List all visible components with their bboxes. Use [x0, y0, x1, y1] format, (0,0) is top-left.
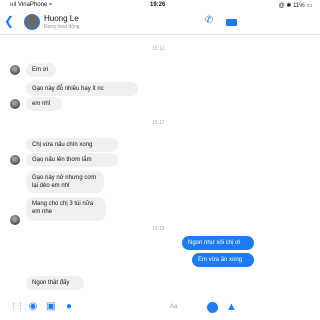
- message-bubble: Chị vừa nấu chín xong: [26, 138, 118, 152]
- camera-icon[interactable]: ◉: [28, 302, 38, 312]
- avatar: [10, 99, 20, 109]
- message-bubble: Ngon thật đấy: [26, 276, 84, 290]
- message-bubble: Gạo nấu lên thơm lắm: [26, 153, 118, 167]
- apps-icon[interactable]: ⋮⋮: [10, 302, 24, 312]
- message-composer: ⋮⋮ ◉ ▣ ● Aa ▲: [0, 297, 320, 320]
- photo-icon[interactable]: ▣: [46, 302, 56, 312]
- mic-icon[interactable]: ●: [64, 302, 74, 312]
- message-bubble: Gạo này đỗ nhiều hay ít nc: [26, 82, 138, 96]
- message-bubble: Em ơi: [26, 63, 56, 77]
- video-icon[interactable]: [226, 19, 237, 26]
- message-bubble: Gạo này nở nhưng cơm lại dẻo em nhỉ: [26, 171, 104, 193]
- timestamp: 15:17: [152, 120, 165, 126]
- timestamp: 15:12: [152, 46, 165, 52]
- message-bubble: em nhỉ: [26, 97, 62, 111]
- like-icon[interactable]: ▲: [226, 301, 237, 313]
- status-bar: ıııl VinaPhone ≈ 19:26 @ ✱ 11% ▭: [0, 0, 320, 10]
- timestamp: 15:19: [152, 226, 165, 232]
- back-arrow-icon[interactable]: ❮: [4, 14, 14, 28]
- avatar: [10, 65, 20, 75]
- message-input[interactable]: Aa: [170, 304, 177, 310]
- contact-name[interactable]: Huong Le: [44, 14, 79, 23]
- message-bubble-sent: Ngon như xôi chị ơi: [182, 236, 254, 250]
- active-status: Đang hoạt động: [44, 24, 80, 30]
- carrier-label: ıııl VinaPhone ≈: [10, 2, 53, 8]
- clock: 19:26: [150, 2, 166, 8]
- emoji-icon[interactable]: [207, 302, 218, 313]
- chat-header: ❮ Huong Le Đang hoạt động ✆: [0, 10, 320, 35]
- avatar[interactable]: [24, 14, 40, 30]
- message-bubble: Mang cho chị 3 túi nữa em nhe: [26, 197, 106, 221]
- avatar: [10, 215, 20, 225]
- message-bubble-sent: Em vừa ăn xong: [192, 253, 254, 267]
- avatar: [10, 155, 20, 165]
- phone-icon[interactable]: ✆: [205, 15, 213, 26]
- battery-indicator: @ ✱ 11% ▭: [278, 3, 312, 9]
